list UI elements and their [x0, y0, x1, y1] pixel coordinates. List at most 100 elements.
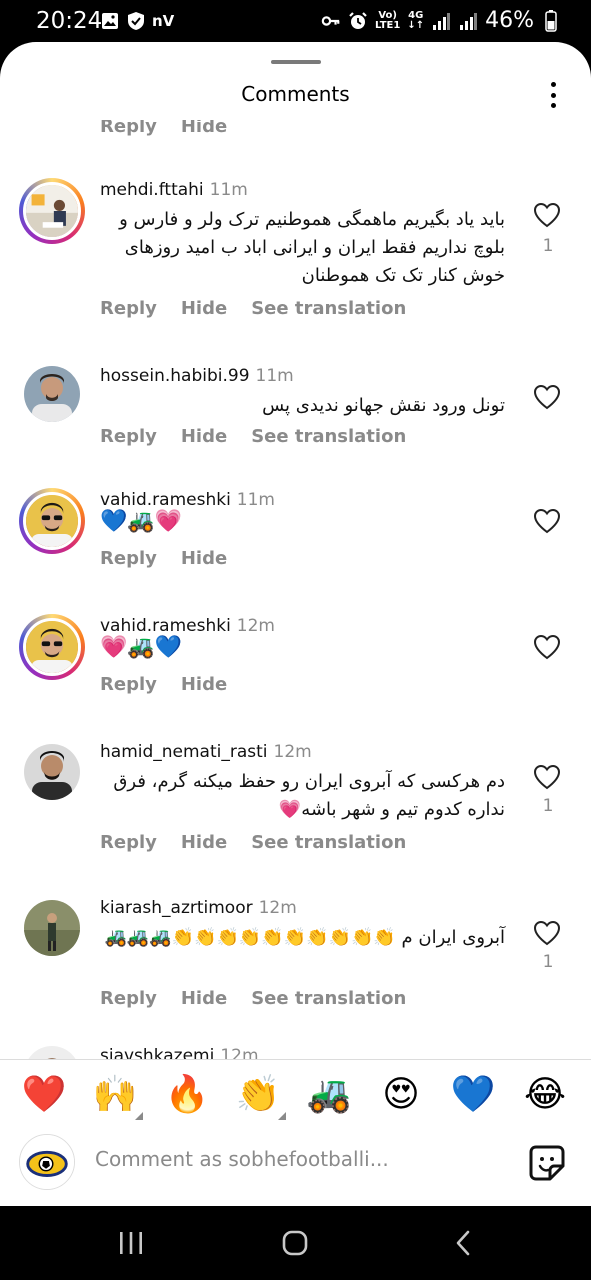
hide-button[interactable]: Hide [181, 674, 227, 695]
comment-input[interactable]: Comment as sobhefootballi... [95, 1147, 475, 1171]
comment-actions: Reply Hide [100, 548, 227, 569]
more-vertical-icon[interactable] [543, 80, 563, 110]
status-time: 20:24 [36, 8, 103, 34]
home-icon[interactable] [280, 1228, 310, 1258]
comment-time: 11m [236, 490, 275, 510]
comment-actions: Reply Hide See translation [100, 988, 406, 1009]
comment-text: 💗🚜💙 [100, 635, 183, 660]
avatar[interactable] [24, 900, 80, 956]
quick-reaction-bar: ❤️ 🙌 🔥 👏 🚜 😍 💙 😂 [0, 1072, 591, 1122]
like-count: 1 [542, 796, 554, 816]
comment-time: 12m [220, 1046, 259, 1060]
status-bar: 20:24 nV Vo) LTE1 4G ↓↑ 46% [0, 0, 591, 42]
volte-indicator: Vo) LTE1 [375, 9, 401, 31]
comment-text: دم هرکسی که آبروی ایران رو حفظ میکنه گرم… [113, 771, 505, 820]
reaction-heart[interactable]: ❤️ [21, 1072, 67, 1118]
comments-list[interactable]: Reply Hide mehdi.fttahi 11m باید یاد بگیر… [0, 120, 591, 1060]
avatar[interactable] [24, 366, 80, 422]
status-system-icons: Vo) LTE1 4G ↓↑ 46% [321, 8, 561, 33]
reaction-fire[interactable]: 🔥 [164, 1072, 210, 1118]
comment-actions: Reply Hide See translation [100, 298, 406, 319]
comment-username[interactable]: siavshkazemi [100, 1046, 214, 1060]
avatar[interactable] [24, 744, 80, 800]
comment-time: 11m [209, 180, 248, 200]
avatar[interactable] [19, 1134, 75, 1190]
reply-button[interactable]: Reply [100, 426, 157, 447]
avatar[interactable] [24, 1046, 80, 1060]
reply-button[interactable]: Reply [100, 832, 157, 853]
skin-tone-indicator [278, 1112, 286, 1120]
hide-button[interactable]: Hide [181, 832, 227, 853]
key-icon [321, 11, 341, 31]
comment-text: تونل ورود نقش جهانو ندیدی پس [262, 395, 505, 416]
reaction-heart-eyes[interactable]: 😍 [378, 1072, 424, 1118]
hide-button[interactable]: Hide [181, 298, 227, 319]
avatar[interactable] [19, 614, 85, 680]
divider [0, 1059, 591, 1060]
comment-username[interactable]: vahid.rameshki [100, 616, 231, 636]
reply-button[interactable]: Reply [100, 548, 157, 569]
sticker-icon[interactable] [528, 1144, 566, 1182]
comment-username[interactable]: mehdi.fttahi [100, 180, 204, 200]
reaction-raised-hands[interactable]: 🙌 [92, 1072, 138, 1118]
hide-button[interactable]: Hide [181, 426, 227, 447]
comment-text: باید یاد بگیریم ماهمگی هموطنیم ترک ولر و… [119, 209, 505, 286]
battery-percent: 46% [485, 8, 534, 33]
reply-button[interactable]: Reply [100, 298, 157, 319]
network-type: 4G ↓↑ [407, 9, 425, 31]
comment-time: 12m [236, 616, 275, 636]
comment-text: 💙🚜💗 [100, 509, 183, 534]
heart-outline-icon[interactable] [533, 634, 561, 660]
comment-actions-previous: Reply Hide [100, 120, 227, 137]
avatar[interactable] [19, 178, 85, 244]
reaction-blue-heart[interactable]: 💙 [450, 1072, 496, 1118]
like-count: 1 [542, 952, 554, 972]
comment-username[interactable]: vahid.rameshki [100, 490, 231, 510]
system-nav-bar [0, 1206, 591, 1280]
see-translation-button[interactable]: See translation [251, 298, 406, 319]
reaction-laughing[interactable]: 😂 [522, 1072, 568, 1118]
comment-text: آبروی ایران م 👏👏👏👏👏👏👏👏👏👏🚜🚜🚜 [104, 927, 505, 948]
shield-check-icon [126, 11, 146, 31]
comment-actions: Reply Hide [100, 674, 227, 695]
heart-outline-icon[interactable] [533, 202, 561, 228]
comment-username[interactable]: hossein.habibi.99 [100, 366, 250, 386]
comment-username[interactable]: kiarash_azrtimoor [100, 898, 253, 918]
status-notification-icons: nV [100, 11, 174, 31]
comment-username[interactable]: hamid_nemati_rasti [100, 742, 268, 762]
reaction-clap[interactable]: 👏 [235, 1072, 281, 1118]
signal-icon-1 [431, 11, 451, 31]
gallery-icon [100, 11, 120, 31]
battery-icon [541, 9, 561, 32]
skin-tone-indicator [135, 1112, 143, 1120]
hide-button[interactable]: Hide [181, 988, 227, 1009]
heart-outline-icon[interactable] [533, 920, 561, 946]
back-icon[interactable] [448, 1228, 478, 1258]
sheet-grabber[interactable] [271, 60, 321, 64]
heart-outline-icon[interactable] [533, 764, 561, 790]
like-count: 1 [542, 236, 554, 256]
comment-composer: Comment as sobhefootballi... [0, 1132, 591, 1192]
see-translation-button[interactable]: See translation [251, 832, 406, 853]
comment-actions: Reply Hide See translation [100, 832, 406, 853]
see-translation-button[interactable]: See translation [251, 426, 406, 447]
reaction-tractor[interactable]: 🚜 [306, 1072, 352, 1118]
reply-button[interactable]: Reply [100, 674, 157, 695]
page-title: Comments [241, 82, 350, 106]
alarm-icon [348, 11, 368, 31]
avatar[interactable] [19, 488, 85, 554]
hide-button[interactable]: Hide [181, 120, 227, 137]
heart-outline-icon[interactable] [533, 384, 561, 410]
see-translation-button[interactable]: See translation [251, 988, 406, 1009]
comment-time: 11m [255, 366, 294, 386]
reply-button[interactable]: Reply [100, 120, 157, 137]
recent-apps-icon[interactable] [116, 1228, 146, 1258]
signal-icon-2 [458, 11, 478, 31]
reply-button[interactable]: Reply [100, 988, 157, 1009]
comments-sheet: Comments Reply Hide mehdi.fttahi 11m باید… [0, 42, 591, 1206]
heart-outline-icon[interactable] [533, 508, 561, 534]
carrier-tag: nV [152, 12, 175, 30]
hide-button[interactable]: Hide [181, 548, 227, 569]
comment-time: 12m [258, 898, 297, 918]
comment-time: 12m [273, 742, 312, 762]
